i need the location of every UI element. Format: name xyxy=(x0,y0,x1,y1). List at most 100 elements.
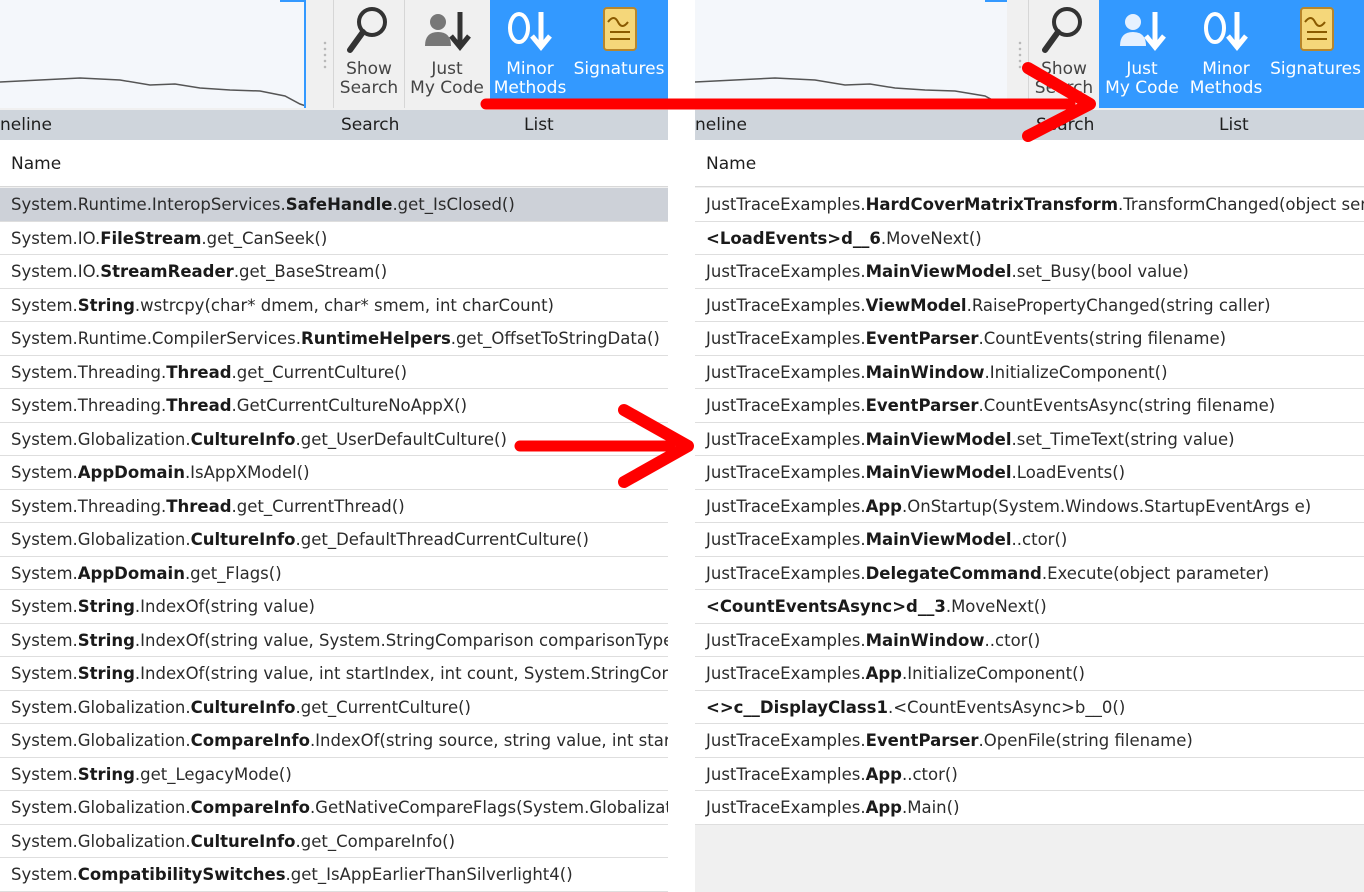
row-type-name: AppDomain xyxy=(77,563,185,583)
panel-gap xyxy=(668,0,695,892)
timeline-graph xyxy=(695,0,1007,107)
row-type-name: MainViewModel xyxy=(865,262,1012,281)
method-list: System.Runtime.InteropServices.SafeHandl… xyxy=(0,188,668,892)
list-row[interactable]: JustTraceExamples.MainViewModel.set_Busy… xyxy=(695,255,1364,289)
list-row[interactable]: System.IO.FileStream.get_CanSeek() xyxy=(0,221,668,255)
minor-methods-button[interactable]: Minor Methods xyxy=(490,0,570,108)
row-member: .MoveNext() xyxy=(880,228,982,248)
row-member: .get_CurrentCulture() xyxy=(295,697,472,717)
group-timeline: neline xyxy=(695,115,747,135)
list-row[interactable]: System.Globalization.CompareInfo.GetNati… xyxy=(0,791,668,825)
row-member: .IndexOf(string value, System.StringComp… xyxy=(134,630,668,650)
toolbar-grip[interactable] xyxy=(323,40,327,70)
minor-methods-label: Minor Methods xyxy=(493,59,567,98)
timeline-preview[interactable] xyxy=(0,0,306,108)
user-arrow-icon xyxy=(1114,0,1170,60)
row-member: .IsAppXModel() xyxy=(184,463,310,482)
signatures-button[interactable]: Signatures xyxy=(570,0,668,108)
row-namespace: System.Threading. xyxy=(11,496,167,516)
list-row[interactable]: JustTraceExamples.EventParser.CountEvent… xyxy=(695,322,1364,356)
timeline-preview[interactable] xyxy=(695,0,1007,108)
list-row[interactable]: System.CompatibilitySwitches.get_IsAppEa… xyxy=(0,858,668,892)
list-row[interactable]: JustTraceExamples.DelegateCommand.Execut… xyxy=(695,556,1364,590)
row-type-name: CompatibilitySwitches xyxy=(77,865,286,884)
list-row[interactable]: <CountEventsAsync>d__3.MoveNext() xyxy=(695,590,1364,624)
row-type-name: String xyxy=(77,597,135,616)
list-row[interactable]: <LoadEvents>d__6.MoveNext() xyxy=(695,221,1364,255)
signatures-label: Signatures xyxy=(1270,59,1361,79)
list-row[interactable]: System.String.get_LegacyMode() xyxy=(0,757,668,791)
row-type-name: CompareInfo xyxy=(190,798,310,817)
list-row[interactable]: JustTraceExamples.EventParser.OpenFile(s… xyxy=(695,724,1364,758)
column-header-name[interactable]: Name xyxy=(0,140,668,187)
list-row[interactable]: System.Threading.Thread.get_CurrentThrea… xyxy=(0,489,668,523)
group-search: Search xyxy=(1036,115,1095,135)
just-my-code-button[interactable]: Just My Code xyxy=(1099,0,1185,108)
list-row[interactable]: JustTraceExamples.HardCoverMatrixTransfo… xyxy=(695,188,1364,222)
row-member: .get_CurrentCulture() xyxy=(231,362,408,382)
row-type-name: App xyxy=(865,764,902,784)
row-namespace: System.Globalization. xyxy=(11,697,191,717)
list-row[interactable]: System.IO.StreamReader.get_BaseStream() xyxy=(0,255,668,289)
row-namespace: JustTraceExamples. xyxy=(706,731,866,750)
list-row[interactable]: JustTraceExamples.App.InitializeComponen… xyxy=(695,657,1364,691)
list-row[interactable]: JustTraceExamples.MainViewModel.LoadEven… xyxy=(695,456,1364,490)
show-search-button[interactable]: Show Search xyxy=(1029,0,1099,108)
list-row[interactable]: JustTraceExamples.MainWindow.InitializeC… xyxy=(695,355,1364,389)
row-namespace: System.Threading. xyxy=(11,396,167,415)
column-header-label: Name xyxy=(11,154,62,174)
list-row[interactable]: System.Globalization.CultureInfo.get_Def… xyxy=(0,523,668,557)
row-namespace: JustTraceExamples. xyxy=(706,362,866,382)
list-row[interactable]: System.AppDomain.get_Flags() xyxy=(0,556,668,590)
row-member: ..ctor() xyxy=(902,764,958,784)
list-row[interactable]: System.String.wstrcpy(char* dmem, char* … xyxy=(0,288,668,322)
list-row[interactable]: JustTraceExamples.ViewModel.RaisePropert… xyxy=(695,288,1364,322)
row-type-name: ViewModel xyxy=(865,295,967,315)
minor-methods-label: Minor Methods xyxy=(1189,59,1263,98)
row-type-name: App xyxy=(865,798,902,817)
list-row[interactable]: System.Globalization.CompareInfo.IndexOf… xyxy=(0,724,668,758)
column-header-name[interactable]: Name xyxy=(695,140,1364,187)
magnifier-icon xyxy=(1036,0,1092,60)
toolbar-grip[interactable] xyxy=(1018,40,1022,70)
list-row[interactable]: System.String.IndexOf(string value, Syst… xyxy=(0,623,668,657)
column-header-label: Name xyxy=(706,154,757,174)
row-namespace: System.Globalization. xyxy=(11,798,191,817)
toolbar-group-bar: neline Search List xyxy=(0,110,668,140)
list-row[interactable]: JustTraceExamples.EventParser.CountEvent… xyxy=(695,389,1364,423)
list-row[interactable]: System.Runtime.CompilerServices.RuntimeH… xyxy=(0,322,668,356)
list-row[interactable]: <>c__DisplayClass1.<CountEventsAsync>b__… xyxy=(695,690,1364,724)
row-type-name: <LoadEvents>d__6 xyxy=(706,228,881,248)
row-namespace: JustTraceExamples. xyxy=(706,195,866,214)
show-search-button[interactable]: Show Search xyxy=(334,0,404,108)
list-row[interactable]: System.Threading.Thread.GetCurrentCultur… xyxy=(0,389,668,423)
list-row[interactable]: JustTraceExamples.MainViewModel..ctor() xyxy=(695,523,1364,557)
list-row[interactable]: System.String.IndexOf(string value, int … xyxy=(0,657,668,691)
signatures-button[interactable]: Signatures xyxy=(1267,0,1364,108)
list-row[interactable]: JustTraceExamples.App.OnStartup(System.W… xyxy=(695,489,1364,523)
list-row[interactable]: JustTraceExamples.MainWindow..ctor() xyxy=(695,623,1364,657)
list-row[interactable]: System.AppDomain.IsAppXModel() xyxy=(0,456,668,490)
list-row[interactable]: System.Threading.Thread.get_CurrentCultu… xyxy=(0,355,668,389)
row-namespace: System. xyxy=(11,865,78,884)
list-row[interactable]: JustTraceExamples.App.Main() xyxy=(695,791,1364,825)
row-type-name: CultureInfo xyxy=(190,831,296,851)
just-my-code-button[interactable]: Just My Code xyxy=(404,0,490,108)
row-type-name: Thread xyxy=(166,396,232,415)
row-namespace: System. xyxy=(11,295,78,315)
row-member: .GetCurrentCultureNoAppX() xyxy=(231,396,468,415)
row-member: .get_BaseStream() xyxy=(233,262,388,281)
minor-methods-button[interactable]: Minor Methods xyxy=(1185,0,1267,108)
list-row[interactable]: System.Runtime.InteropServices.SafeHandl… xyxy=(0,188,668,222)
list-row[interactable]: System.String.IndexOf(string value) xyxy=(0,590,668,624)
row-type-name: DelegateCommand xyxy=(865,563,1042,583)
list-row[interactable]: System.Globalization.CultureInfo.get_Cur… xyxy=(0,690,668,724)
row-member: .IndexOf(string source, string value, in… xyxy=(309,731,668,750)
list-row[interactable]: JustTraceExamples.MainViewModel.set_Time… xyxy=(695,422,1364,456)
toolbar-group-bar: neline Search List xyxy=(695,110,1364,140)
list-row[interactable]: System.Globalization.CultureInfo.get_Com… xyxy=(0,824,668,858)
right-profiler-panel: Show Search Just My Code Minor Methods Sign… xyxy=(695,0,1364,892)
group-list: List xyxy=(524,115,554,135)
list-row[interactable]: JustTraceExamples.App..ctor() xyxy=(695,757,1364,791)
list-row[interactable]: System.Globalization.CultureInfo.get_Use… xyxy=(0,422,668,456)
